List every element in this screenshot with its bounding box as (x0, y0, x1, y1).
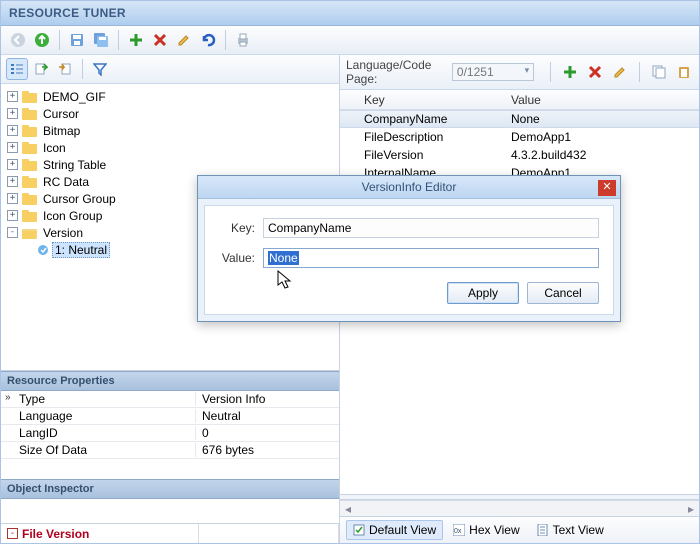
delete-lang-button[interactable] (586, 61, 605, 83)
grid-row[interactable]: CompanyNameNone (340, 110, 699, 128)
col-value[interactable]: Value (505, 93, 699, 107)
h-scrollbar[interactable]: ◂▸ (340, 500, 699, 516)
file-version-panel[interactable]: -File Version (1, 524, 199, 543)
collapse-icon[interactable]: - (7, 528, 18, 539)
col-key[interactable]: Key (340, 93, 505, 107)
separator (118, 30, 119, 50)
versioninfo-editor-dialog: VersionInfo Editor ✕ Key: CompanyName Va… (197, 175, 621, 322)
dialog-title: VersionInfo Editor ✕ (198, 176, 620, 199)
folder-icon (22, 159, 41, 171)
import-button[interactable] (54, 58, 76, 80)
expand-icon[interactable]: + (7, 108, 18, 119)
save-button[interactable] (66, 29, 88, 51)
edit-lang-button[interactable] (610, 61, 629, 83)
folder-icon (22, 108, 41, 120)
tab-hex-view[interactable]: 0xHex View (446, 520, 526, 540)
scroll-right-icon[interactable]: ▸ (683, 501, 699, 516)
close-button[interactable]: ✕ (598, 180, 616, 196)
separator (550, 62, 551, 82)
expand-icon[interactable]: + (7, 142, 18, 153)
back-button[interactable] (7, 29, 29, 51)
text-view-icon (537, 524, 549, 536)
expand-icon[interactable]: + (7, 125, 18, 136)
resource-properties-header: Resource Properties (1, 371, 339, 391)
expand-icon[interactable]: + (7, 159, 18, 170)
tree-toolbar (1, 55, 339, 84)
tree-item-bitmap[interactable]: +Bitmap (5, 122, 337, 139)
tab-text-view[interactable]: Text View (530, 520, 611, 540)
prop-row: TypeVersion Info (1, 391, 339, 408)
resource-properties: TypeVersion Info LanguageNeutral LangID0… (1, 391, 339, 479)
object-inspector (1, 499, 339, 523)
cancel-button[interactable]: Cancel (527, 282, 599, 304)
expand-icon[interactable]: + (7, 210, 18, 221)
svg-text:0x: 0x (454, 528, 462, 535)
separator (82, 59, 83, 79)
footer-left: -File Version (1, 523, 339, 543)
folder-icon (22, 142, 41, 154)
prop-row: LangID0 (1, 425, 339, 442)
expand-icon[interactable]: + (7, 176, 18, 187)
export-button[interactable] (30, 58, 52, 80)
tree-view-button[interactable] (6, 58, 28, 80)
tree-item-icon[interactable]: +Icon (5, 139, 337, 156)
grid-row[interactable]: FileDescriptionDemoApp1 (340, 128, 699, 146)
tab-default-view[interactable]: Default View (346, 520, 443, 540)
prop-row: LanguageNeutral (1, 408, 339, 425)
filter-button[interactable] (89, 58, 111, 80)
hex-view-icon: 0x (453, 524, 465, 536)
app-title: RESOURCE TUNER (1, 1, 699, 26)
folder-icon (22, 125, 41, 137)
value-input[interactable]: None (263, 248, 599, 268)
collapse-icon[interactable]: - (7, 227, 18, 238)
separator (225, 30, 226, 50)
prop-row: Size Of Data676 bytes (1, 442, 339, 459)
separator (59, 30, 60, 50)
main-toolbar (1, 26, 699, 55)
print-button[interactable] (232, 29, 254, 51)
separator (639, 62, 640, 82)
folder-icon (22, 91, 41, 103)
forward-button[interactable] (31, 29, 53, 51)
add-lang-button[interactable] (561, 61, 580, 83)
add-button[interactable] (125, 29, 147, 51)
apply-button[interactable]: Apply (447, 282, 519, 304)
tree-item-demo-gif[interactable]: +DEMO_GIF (5, 88, 337, 105)
view-tabs: Default View 0xHex View Text View (340, 516, 699, 543)
language-toolbar: Language/Code Page: 0/1251 (340, 55, 699, 90)
scroll-left-icon[interactable]: ◂ (340, 501, 356, 516)
save-all-button[interactable] (90, 29, 112, 51)
object-inspector-header: Object Inspector (1, 479, 339, 499)
key-label: Key: (219, 221, 255, 235)
version-icon (37, 244, 52, 256)
edit-button[interactable] (173, 29, 195, 51)
tree-item-cursor[interactable]: +Cursor (5, 105, 337, 122)
value-label: Value: (219, 251, 255, 265)
language-label: Language/Code Page: (346, 58, 446, 86)
grid-header: Key Value (340, 90, 699, 110)
grid-row[interactable]: FileVersion4.3.2.build432 (340, 146, 699, 164)
expand-icon[interactable]: + (7, 91, 18, 102)
tree-item-stringtable[interactable]: +String Table (5, 156, 337, 173)
expand-icon[interactable]: + (7, 193, 18, 204)
default-view-icon (353, 524, 365, 536)
folder-icon (22, 193, 41, 205)
folder-open-icon (22, 227, 41, 239)
folder-icon (22, 210, 41, 222)
key-input[interactable]: CompanyName (263, 218, 599, 238)
copy-button[interactable] (650, 61, 669, 83)
footer-empty (199, 524, 339, 543)
folder-icon (22, 176, 41, 188)
paste-button[interactable] (674, 61, 693, 83)
language-combo[interactable]: 0/1251 (452, 63, 534, 81)
undo-button[interactable] (197, 29, 219, 51)
delete-button[interactable] (149, 29, 171, 51)
